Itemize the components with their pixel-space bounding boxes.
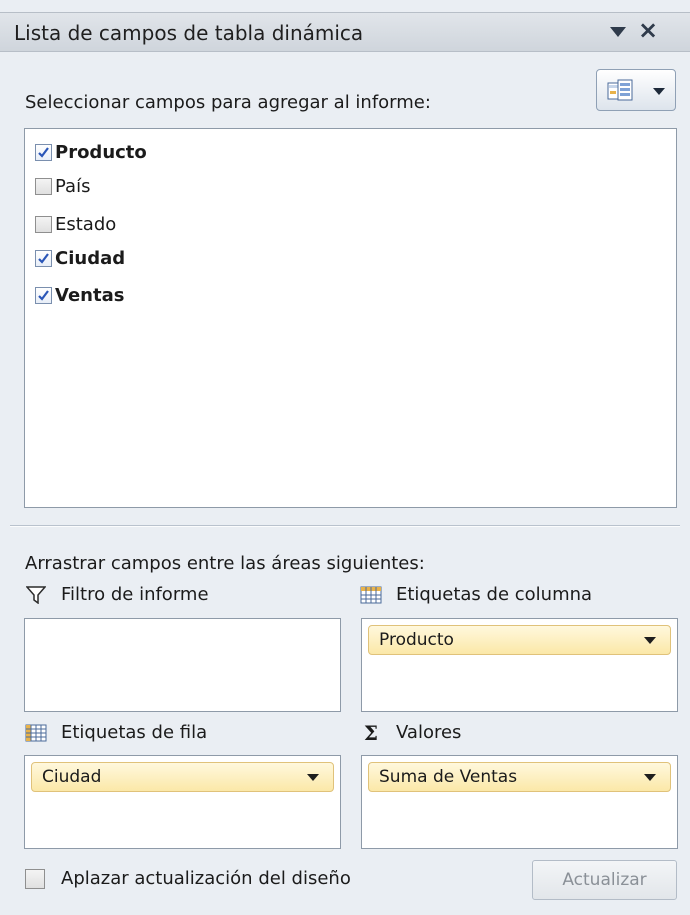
row-labels-label: Etiquetas de fila <box>61 722 208 743</box>
panel-title-bar: Lista de campos de tabla dinámica × <box>0 12 690 52</box>
row-grid-icon <box>25 723 47 743</box>
field-label: Ventas <box>55 284 125 306</box>
defer-layout-update[interactable]: Aplazar actualización del diseño <box>25 868 351 889</box>
values-header: Σ Valores <box>360 720 462 745</box>
field-list-box: Producto País Estado Ciudad Ventas <box>24 128 677 508</box>
dropdown-arrow-icon[interactable] <box>610 27 626 37</box>
column-labels-area[interactable]: Producto <box>361 618 678 712</box>
field-label: Ciudad <box>55 247 126 269</box>
field-item-producto[interactable]: Producto <box>35 139 147 165</box>
field-checkbox[interactable] <box>35 215 52 233</box>
drag-fields-label: Arrastrar campos entre las áreas siguien… <box>25 553 425 574</box>
checkmark-icon <box>38 289 49 301</box>
chevron-down-icon[interactable] <box>644 637 656 644</box>
panel-title: Lista de campos de tabla dinámica <box>14 21 364 45</box>
chevron-down-icon <box>653 88 665 95</box>
report-filter-header: Filtro de informe <box>25 584 209 605</box>
field-chip-label: Suma de Ventas <box>379 767 518 787</box>
sigma-icon: Σ <box>363 720 379 745</box>
values-label: Valores <box>396 722 462 743</box>
defer-update-checkbox[interactable] <box>25 868 45 889</box>
field-checkbox[interactable] <box>35 286 52 304</box>
checkmark-icon <box>38 146 49 158</box>
field-chip-label: Ciudad <box>42 767 102 787</box>
column-grid-icon <box>360 585 382 605</box>
report-filter-area[interactable] <box>24 618 341 712</box>
field-item-ventas[interactable]: Ventas <box>35 282 124 308</box>
field-list-layout-button[interactable] <box>596 69 676 111</box>
row-labels-area[interactable]: Ciudad <box>24 755 341 849</box>
field-checkbox[interactable] <box>35 177 52 195</box>
field-item-pais[interactable]: País <box>35 173 90 199</box>
field-label: País <box>55 175 91 197</box>
chevron-down-icon[interactable] <box>307 774 319 781</box>
checkmark-icon <box>38 252 49 264</box>
field-label: Producto <box>55 141 147 163</box>
field-checkbox[interactable] <box>35 143 52 161</box>
column-labels-header: Etiquetas de columna <box>360 584 592 605</box>
column-field-producto[interactable]: Producto <box>368 625 671 655</box>
filter-icon <box>25 585 47 605</box>
field-item-estado[interactable]: Estado <box>35 211 116 237</box>
values-area[interactable]: Suma de Ventas <box>361 755 678 849</box>
chevron-down-icon[interactable] <box>644 774 656 781</box>
row-labels-header: Etiquetas de fila <box>25 722 207 743</box>
field-chip-label: Producto <box>379 630 454 650</box>
field-list-layout-icon <box>607 79 633 101</box>
field-item-ciudad[interactable]: Ciudad <box>35 245 125 271</box>
field-checkbox[interactable] <box>35 249 52 267</box>
update-button[interactable]: Actualizar <box>532 860 677 900</box>
values-field-suma-ventas[interactable]: Suma de Ventas <box>368 762 671 792</box>
row-field-ciudad[interactable]: Ciudad <box>31 762 334 792</box>
close-icon[interactable]: × <box>638 18 658 42</box>
defer-update-label: Aplazar actualización del diseño <box>61 868 351 889</box>
column-labels-label: Etiquetas de columna <box>396 584 593 605</box>
field-label: Estado <box>55 213 117 235</box>
report-filter-label: Filtro de informe <box>61 584 209 605</box>
select-fields-label: Seleccionar campos para agregar al infor… <box>25 92 431 113</box>
section-splitter[interactable] <box>10 525 680 527</box>
